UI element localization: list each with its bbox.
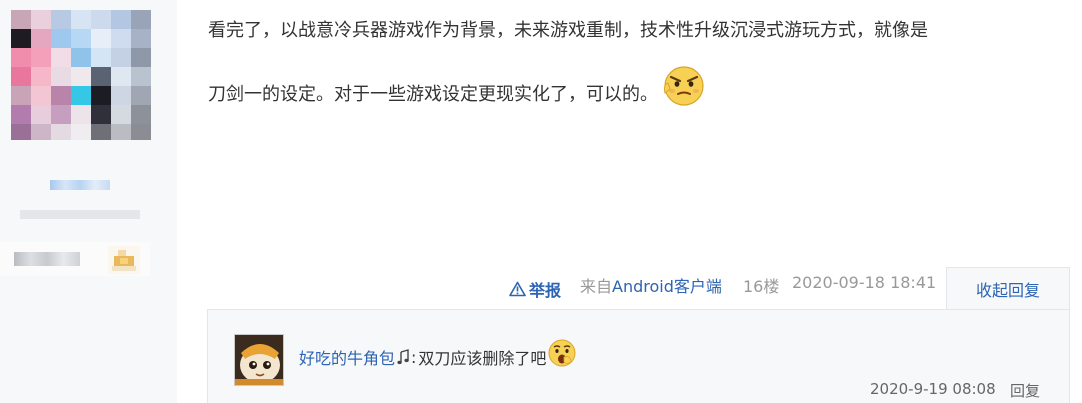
post-content: 看完了，以战意冷兵器游戏作为背景，未来游戏重制，技术性升级沉浸式游玩方式，就像是… <box>208 16 1058 106</box>
floor-number: 16楼 <box>743 277 780 296</box>
author-sidebar <box>0 0 177 403</box>
post-timestamp: 2020-09-18 18:41 <box>792 273 937 292</box>
cool-face-emoji-icon <box>663 66 704 106</box>
report-label: 举报 <box>529 281 562 300</box>
music-note-icon <box>397 349 409 365</box>
sub-reply-colon: : <box>411 347 417 367</box>
client-name-link[interactable]: Android客户端 <box>612 277 722 296</box>
author-level-badge[interactable] <box>0 242 150 276</box>
sub-reply-avatar[interactable] <box>234 334 284 386</box>
post-text-line-1: 看完了，以战意冷兵器游戏作为背景，未来游戏重制，技术性升级沉浸式游玩方式，就像是 <box>208 20 928 41</box>
level-icon <box>108 246 140 274</box>
collapse-replies-button[interactable]: 收起回复 <box>946 267 1070 310</box>
sub-reply-panel: 好吃的牛角包 : 双刀应该删除了吧 2020-9-19 08:08 回复 <box>207 309 1070 403</box>
sub-reply-content: 好吃的牛角包 : 双刀应该删除了吧 <box>299 339 577 372</box>
author-rank-blurred <box>20 210 140 219</box>
client-prefix: 来自 <box>580 277 613 296</box>
author-name-blurred[interactable] <box>50 180 110 190</box>
author-avatar[interactable] <box>11 10 151 140</box>
report-link[interactable]: 举报 <box>509 273 561 305</box>
gasp-face-emoji-icon <box>548 339 576 367</box>
sub-reply-reply-button[interactable]: 回复 <box>1010 380 1040 401</box>
avatar-pixelated <box>11 10 151 140</box>
sub-reply-text: 双刀应该删除了吧 <box>418 349 547 368</box>
post-text-line-2: 刀剑一的设定。对于一些游戏设定更现实化了，可以的。 <box>208 66 1058 106</box>
post-text-line-2-text: 刀剑一的设定。对于一些游戏设定更现实化了，可以的。 <box>208 84 658 105</box>
sub-reply-timestamp: 2020-9-19 08:08 <box>870 380 996 398</box>
client-source: 来自Android客户端 <box>580 273 722 305</box>
sub-reply-avatar-image <box>235 335 283 385</box>
warning-triangle-icon <box>509 281 526 297</box>
level-text-blurred <box>14 252 80 266</box>
sub-reply-username[interactable]: 好吃的牛角包 <box>299 345 395 369</box>
